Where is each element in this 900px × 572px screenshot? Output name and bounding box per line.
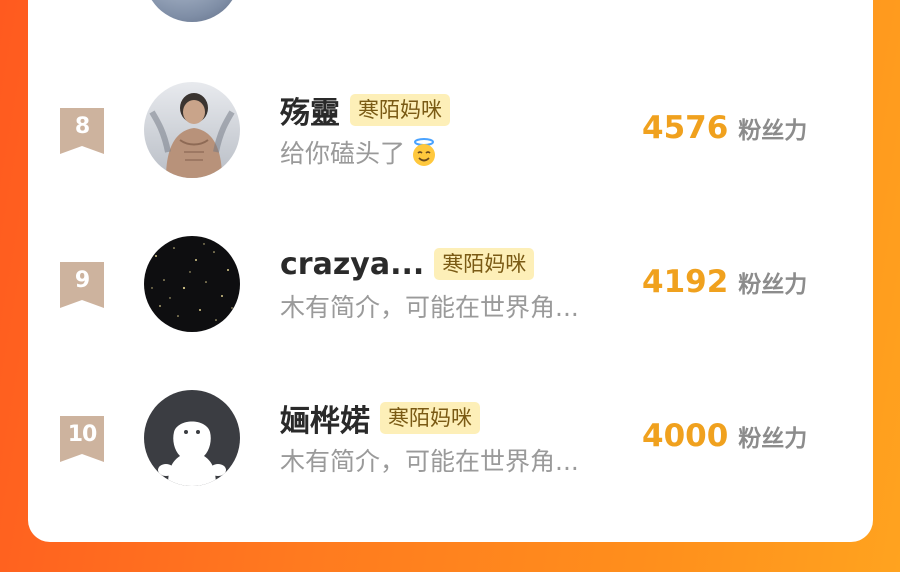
score-value: 4192	[642, 264, 729, 300]
avatar[interactable]	[144, 390, 240, 486]
rank-badge: 9	[60, 262, 104, 308]
score-unit: 粉丝力	[738, 426, 808, 452]
user-bio: 木有简介，可能在世界角...	[280, 288, 579, 324]
avatar-photo-icon	[144, 82, 240, 178]
rank-badge: 8	[60, 108, 104, 154]
bio-text: 木有简介，可能在世界角...	[280, 447, 579, 476]
user-name[interactable]: crazya...	[280, 247, 424, 282]
default-avatar-icon	[144, 390, 240, 486]
name-line: 婳桦婼 寒陌妈咪	[280, 400, 480, 439]
fan-score: 4192 粉丝力	[642, 264, 807, 300]
bio-text: 木有简介，可能在世界角...	[280, 293, 579, 322]
rank-number: 9	[74, 268, 90, 293]
ranking-row[interactable]: 8 殇靈 寒陌妈咪 给你磕头了 4576 粉丝力	[28, 80, 873, 190]
score-value: 4576	[642, 110, 729, 146]
fan-tag: 寒陌妈咪	[434, 248, 535, 280]
avatar[interactable]	[144, 236, 240, 332]
rank-number: 8	[74, 114, 90, 139]
user-name[interactable]: 殇靈	[280, 88, 340, 132]
fan-tag: 寒陌妈咪	[350, 94, 450, 126]
rank-number: 10	[67, 422, 98, 447]
ranking-row[interactable]: 9 crazya... 寒陌妈咪 木有简介，可能在世界角... 4192 粉丝力	[28, 234, 873, 344]
smiling-face-with-halo-icon	[409, 137, 439, 167]
starfield-avatar-icon	[144, 236, 240, 332]
user-bio: 木有简介，可能在世界角...	[280, 442, 579, 478]
score-unit: 粉丝力	[738, 118, 808, 144]
rank-badge: 10	[60, 416, 104, 462]
name-line: crazya... 寒陌妈咪	[280, 246, 535, 282]
score-unit: 粉丝力	[738, 272, 808, 298]
ranking-row[interactable]: 10 婳桦婼 寒陌妈咪 木有简介，可能在世界角... 4000 粉丝力	[28, 388, 873, 498]
fan-tag: 寒陌妈咪	[380, 402, 480, 434]
user-bio: 给你磕头了	[280, 134, 439, 170]
fan-score: 4576 粉丝力	[642, 110, 807, 146]
user-name[interactable]: 婳桦婼	[280, 396, 370, 440]
name-line: 殇靈 寒陌妈咪	[280, 92, 450, 131]
bio-text: 给你磕头了	[280, 139, 406, 168]
score-value: 4000	[642, 418, 729, 454]
avatar[interactable]	[144, 82, 240, 178]
fan-score: 4000 粉丝力	[642, 418, 807, 454]
